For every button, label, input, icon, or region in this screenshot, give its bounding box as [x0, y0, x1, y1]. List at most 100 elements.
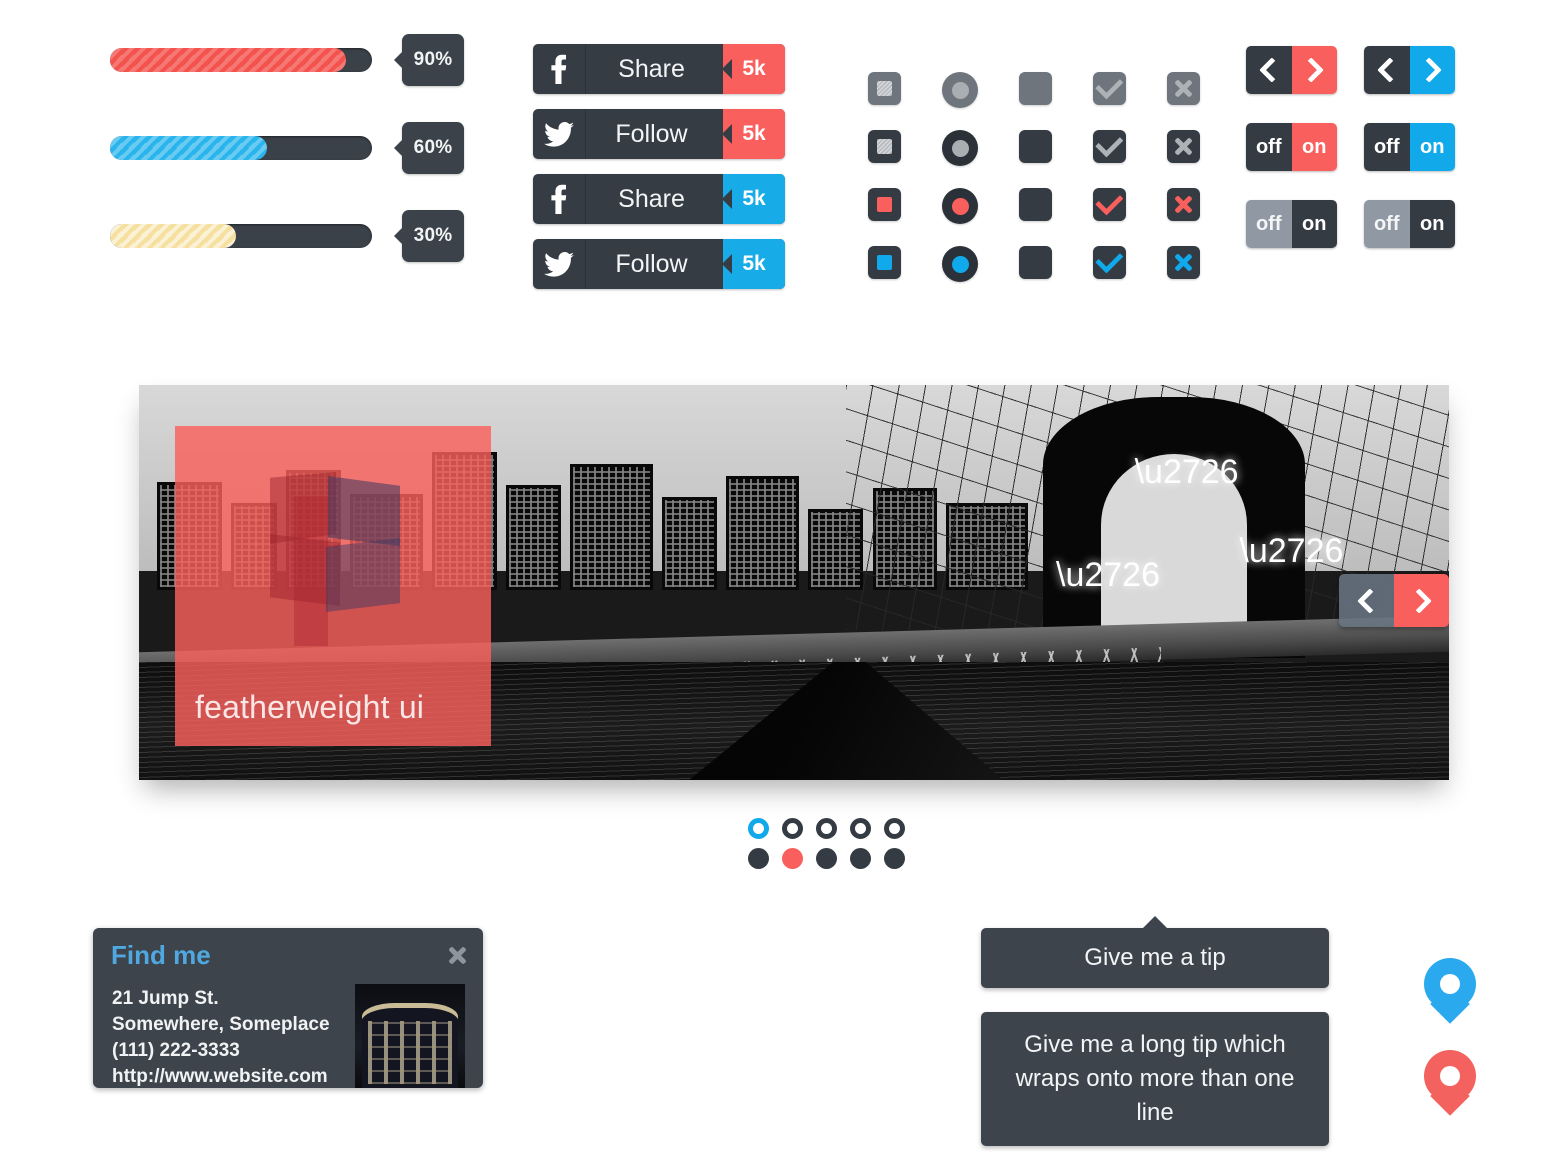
checkbox-cross-disabled[interactable]: [1167, 72, 1200, 105]
pagination-dot[interactable]: [748, 848, 769, 869]
find-me-card: Find me 21 Jump St. Somewhere, Someplace…: [93, 928, 483, 1088]
pagination-ring-active[interactable]: [748, 818, 769, 839]
ui-kit-canvas: 90% 60% 30% Share 5k Follow 5k Share 5k …: [0, 0, 1564, 1146]
radio-disabled[interactable]: [942, 72, 978, 108]
tooltip-text: Give me a tip: [1084, 944, 1226, 971]
image-slider[interactable]: \u2726 \u2726 \u2726 featherweight ui: [139, 385, 1449, 780]
checkbox-filled-default[interactable]: [868, 130, 901, 163]
toggle-on-label[interactable]: on: [1409, 200, 1455, 248]
checkbox-empty-disabled[interactable]: [1019, 72, 1052, 105]
slider-track[interactable]: [110, 224, 372, 248]
arrow-pair-red[interactable]: [1246, 46, 1337, 94]
slider-nav[interactable]: [1339, 574, 1449, 627]
card-title: Find me: [111, 940, 211, 970]
arrow-pair-blue[interactable]: [1364, 46, 1455, 94]
social-count-badge: 5k: [722, 109, 785, 159]
radio-default[interactable]: [942, 130, 978, 166]
tooltip-long: Give me a long tip which wraps onto more…: [981, 1012, 1329, 1146]
checkbox-tick-default[interactable]: [1093, 128, 1126, 163]
checkbox-filled-disabled[interactable]: [868, 72, 901, 105]
control-row-default: [868, 128, 1200, 166]
slider-value-badge: 30%: [394, 210, 464, 262]
card-address-block: 21 Jump St. Somewhere, Someplace (111) 2…: [112, 986, 330, 1088]
pagination-dot[interactable]: [884, 848, 905, 869]
map-pin-blue[interactable]: [1424, 958, 1476, 1024]
pagination-dot-active[interactable]: [782, 848, 803, 869]
toggle-off-label[interactable]: off: [1364, 200, 1410, 248]
social-button-label: Share: [618, 54, 685, 83]
social-button-label: Follow: [615, 119, 688, 148]
tooltip-short: Give me a tip: [981, 916, 1329, 988]
tooltip-text: Give me a long tip which wraps onto more…: [1015, 1031, 1295, 1126]
arrow-button-row: [1246, 46, 1455, 94]
pagination-dot[interactable]: [816, 848, 837, 869]
progress-slider[interactable]: 60%: [110, 122, 470, 174]
toggle-on-label[interactable]: on: [1291, 123, 1337, 171]
checkbox-cross-red[interactable]: [1167, 188, 1200, 221]
toggle-off-label[interactable]: off: [1246, 200, 1292, 248]
checkbox-empty-default[interactable]: [1019, 130, 1052, 163]
checkbox-cross-default[interactable]: [1167, 130, 1200, 163]
next-button[interactable]: [1409, 46, 1455, 94]
pagination-ring[interactable]: [884, 818, 905, 839]
toggle-on-label[interactable]: on: [1291, 200, 1337, 248]
toggle-off-label[interactable]: off: [1364, 123, 1410, 171]
slider-value-badge: 60%: [394, 122, 464, 174]
checkbox-cross-blue[interactable]: [1167, 246, 1200, 279]
close-icon[interactable]: [448, 946, 467, 970]
pagination-ring-row: [748, 818, 905, 839]
toggle-on-label[interactable]: on: [1409, 123, 1455, 171]
card-thumbnail: [355, 984, 465, 1088]
next-button[interactable]: [1291, 46, 1337, 94]
checkbox-empty-red[interactable]: [1019, 188, 1052, 221]
toggle-blue-on[interactable]: off on: [1364, 123, 1455, 171]
slider-track[interactable]: [110, 48, 372, 72]
slider-value-badge: 90%: [394, 34, 464, 86]
facebook-share-button[interactable]: Share 5k: [533, 44, 785, 94]
toggle-grey-off[interactable]: off on: [1246, 200, 1337, 248]
pagination-dot-row: [748, 848, 905, 869]
twitter-icon: [533, 109, 586, 159]
featherweight-logo: [258, 472, 408, 662]
checkbox-tick-blue[interactable]: [1093, 244, 1126, 279]
tooltip-group: Give me a tip Give me a long tip which w…: [981, 916, 1329, 1170]
progress-slider[interactable]: 90%: [110, 34, 470, 86]
checkbox-filled-red[interactable]: [868, 188, 901, 221]
checkbox-tick-red[interactable]: [1093, 186, 1126, 221]
slider-track[interactable]: [110, 136, 372, 160]
social-count-badge: 5k: [722, 44, 785, 94]
toggle-off-label[interactable]: off: [1246, 123, 1292, 171]
slider-next-button[interactable]: [1394, 574, 1449, 627]
control-row-blue: [868, 244, 1200, 282]
slider-overlay-title: featherweight ui: [195, 689, 425, 725]
nav-toggle-group: off on off on off on off on: [1246, 46, 1455, 277]
facebook-share-button[interactable]: Share 5k: [533, 174, 785, 224]
slider-pagination: [748, 818, 905, 878]
control-row-red: [868, 186, 1200, 224]
slider-prev-button[interactable]: [1339, 574, 1394, 627]
social-button-group: Share 5k Follow 5k Share 5k Follow 5k: [533, 44, 785, 304]
twitter-follow-button[interactable]: Follow 5k: [533, 109, 785, 159]
checkbox-tick-disabled[interactable]: [1093, 70, 1126, 105]
toggle-grey-off[interactable]: off on: [1364, 200, 1455, 248]
progress-slider[interactable]: 30%: [110, 210, 470, 262]
map-pin-red[interactable]: [1424, 1050, 1476, 1116]
radio-blue[interactable]: [942, 246, 978, 282]
checkbox-filled-blue[interactable]: [868, 246, 901, 279]
slider-fill: [110, 224, 236, 248]
prev-button[interactable]: [1246, 46, 1292, 94]
website-link[interactable]: http://www.website.com: [112, 1064, 330, 1088]
pagination-dot[interactable]: [850, 848, 871, 869]
phone-line: (111) 222-3333: [112, 1040, 240, 1061]
prev-button[interactable]: [1364, 46, 1410, 94]
pagination-ring[interactable]: [850, 818, 871, 839]
address-line: Somewhere, Someplace: [112, 1014, 330, 1035]
map-pin-group: [1424, 958, 1476, 1142]
pagination-ring[interactable]: [816, 818, 837, 839]
pagination-ring[interactable]: [782, 818, 803, 839]
toggle-red-on[interactable]: off on: [1246, 123, 1337, 171]
radio-red[interactable]: [942, 188, 978, 224]
slider-fill: [110, 136, 268, 160]
checkbox-empty-blue[interactable]: [1019, 246, 1052, 279]
twitter-follow-button[interactable]: Follow 5k: [533, 239, 785, 289]
